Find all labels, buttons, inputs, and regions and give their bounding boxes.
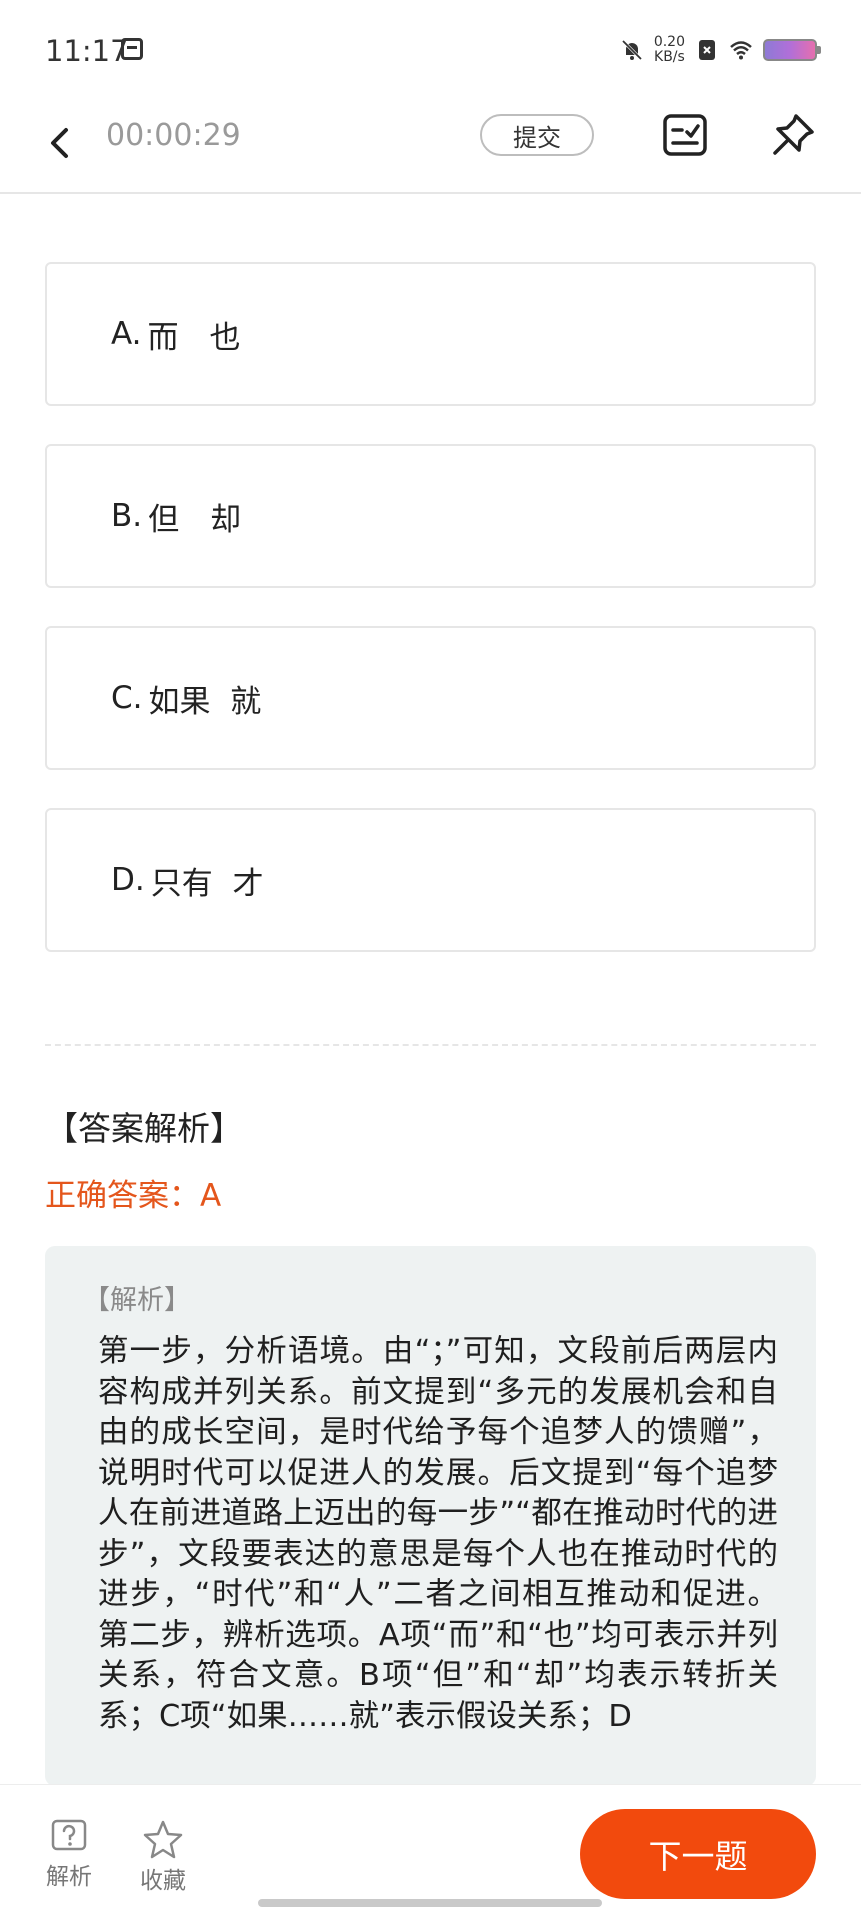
option-letter: B.: [111, 498, 143, 534]
favorite-button[interactable]: 收藏: [128, 1819, 198, 1895]
elapsed-timer: 00:00:29: [106, 118, 241, 153]
mute-bell-icon: [621, 39, 642, 61]
analysis-button[interactable]: 解析: [34, 1819, 104, 1891]
option-b[interactable]: B. 但 却: [45, 444, 816, 588]
option-text: 而 也: [147, 319, 241, 356]
correct-answer-value: A: [200, 1178, 222, 1214]
no-sim-icon: [699, 40, 715, 60]
network-speed-unit: KB/s: [654, 49, 685, 65]
correct-answer-label: 正确答案：: [45, 1178, 200, 1214]
back-arrow-icon[interactable]: [38, 118, 88, 168]
top-toolbar: 00:00:29 提交: [0, 100, 861, 194]
correct-answer: 正确答案：A: [45, 1170, 221, 1215]
favorite-button-label: 收藏: [140, 1868, 186, 1894]
analysis-section-title: 【答案解析】: [45, 1109, 243, 1148]
status-bar: 11:17 0.20 KB/s: [0, 0, 861, 100]
explanation-box: 【解析】 第一步，分析语境。由“；”可知，文段前后两层内容构成并列关系。前文提到…: [45, 1246, 816, 1786]
option-letter: A.: [111, 316, 142, 352]
option-letter: C.: [111, 680, 143, 716]
notification-icon: [121, 38, 143, 60]
wifi-icon: [730, 41, 752, 60]
analysis-button-label: 解析: [46, 1864, 92, 1890]
question-bubble-icon: [51, 1819, 87, 1851]
battery-icon: [763, 39, 821, 61]
option-d[interactable]: D. 只有 才: [45, 808, 816, 952]
home-indicator[interactable]: [258, 1899, 602, 1907]
explanation-heading: 【解析】: [83, 1285, 191, 1316]
status-icons: 0.20 KB/s: [620, 30, 821, 70]
status-time: 11:17: [45, 34, 129, 68]
next-question-button[interactable]: 下一题: [580, 1809, 816, 1899]
submit-button[interactable]: 提交: [480, 114, 594, 156]
explanation-text: 第一步，分析语境。由“；”可知，文段前后两层内容构成并列关系。前文提到“多元的发…: [98, 1334, 778, 1734]
star-icon: [143, 1820, 183, 1859]
pin-icon[interactable]: [768, 110, 818, 160]
network-speed-value: 0.20: [653, 34, 685, 50]
answer-options: A. 而 也 B. 但 却 C. 如果 就 D. 只有 才: [45, 262, 816, 990]
option-text: 只有 才: [150, 865, 264, 902]
section-divider: [45, 1044, 816, 1046]
option-c[interactable]: C. 如果 就: [45, 626, 816, 770]
bottom-bar: 解析 收藏 下一题: [0, 1784, 861, 1921]
network-speed: 0.20 KB/s: [654, 35, 685, 65]
option-a[interactable]: A. 而 也: [45, 262, 816, 406]
option-letter: D.: [111, 862, 145, 898]
option-text: 如果 就: [148, 683, 262, 720]
answer-sheet-icon[interactable]: [660, 110, 710, 160]
option-text: 但 却: [148, 501, 242, 538]
